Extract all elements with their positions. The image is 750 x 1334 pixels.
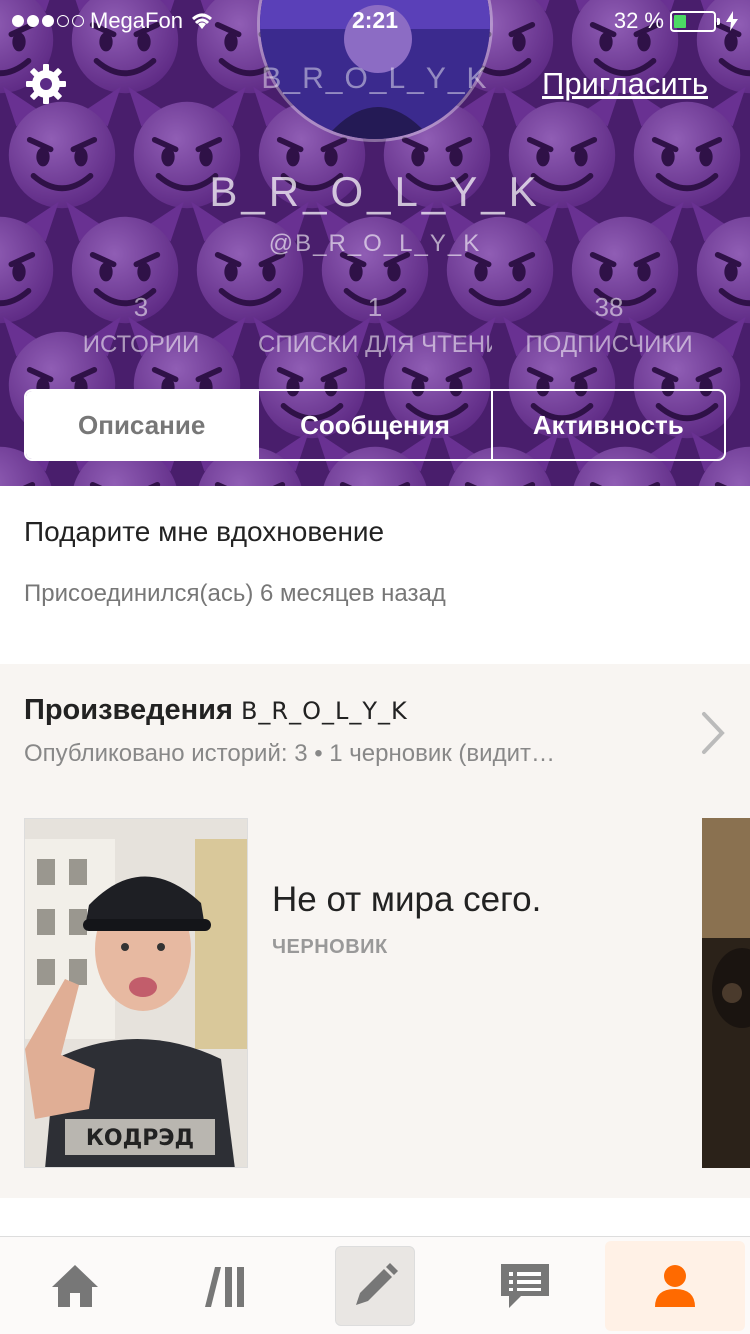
story-cover-image: КОДРЭД [25,819,247,1167]
tab-library[interactable] [150,1237,300,1334]
profile-header: B_R_O_L_Y_K MegaFon 2:21 32 % Пригласить… [0,0,750,486]
battery-status: 32 % [614,8,738,34]
cover-shirt-text: КОДРЭД [86,1126,194,1151]
story-cover: КОДРЭД [24,818,248,1168]
stat-stories[interactable]: 3 ИСТОРИИ [24,292,258,362]
pencil-icon [356,1263,398,1305]
stat-label: ПОДПИСЧИКИ [525,331,693,358]
works-title-label: Произведения [24,694,233,726]
next-section-peek [0,1198,750,1238]
next-story-card[interactable] [702,818,750,1168]
about-section: Подарите мне вдохновение Присоединился(а… [0,486,750,664]
stat-value: 1 [367,292,383,322]
stat-label: СПИСКИ ДЛЯ ЧТЕНИ [258,331,492,358]
story-title[interactable]: Не от мира сего. [272,880,541,920]
tab-messages[interactable] [450,1237,600,1334]
works-section: Произведения B_R_O_L_Y_K Опубликовано ис… [0,664,750,1198]
invite-button[interactable]: Пригласить [542,66,708,102]
bottom-tab-bar [0,1236,750,1334]
profile-stats: 3 ИСТОРИИ 1 СПИСКИ ДЛЯ ЧТЕНИ 38 ПОДПИСЧИ… [24,292,726,362]
messages-icon [501,1264,549,1308]
person-icon [655,1265,695,1307]
library-icon [205,1267,244,1307]
joined-date: Присоединился(ась) 6 месяцев назад [24,580,446,607]
stat-followers[interactable]: 38 ПОДПИСЧИКИ [492,292,726,362]
profile-tab-highlight [605,1241,745,1331]
avatar-name-overlay: B_R_O_L_Y_K [261,62,489,95]
battery-icon [670,10,720,32]
next-story-cover-image [702,818,750,1168]
stat-value: 38 [594,292,624,322]
status-bar: MegaFon 2:21 32 % [0,0,750,40]
tab-description[interactable]: Описание [26,391,258,459]
works-title[interactable]: Произведения B_R_O_L_Y_K [24,694,408,727]
charging-bolt-icon [726,11,738,31]
home-icon [52,1265,98,1307]
story-status-badge: ЧЕРНОВИК [272,936,388,958]
profile-display-name: B_R_O_L_Y_K [209,168,541,215]
story-card[interactable]: КОДРЭД [24,818,248,1168]
settings-gear-icon[interactable] [24,62,68,106]
tab-profile[interactable] [600,1237,750,1334]
stat-label: ИСТОРИИ [82,331,200,358]
works-subtitle: Опубликовано историй: 3 • 1 черновик (ви… [24,740,555,767]
stat-value: 3 [133,292,149,322]
profile-bio: Подарите мне вдохновение [24,516,385,547]
stat-reading-lists[interactable]: 1 СПИСКИ ДЛЯ ЧТЕНИ [258,292,492,362]
tab-home[interactable] [0,1237,150,1334]
battery-percent: 32 % [613,8,664,33]
chevron-right-icon[interactable] [698,710,728,756]
profile-username: @B_R_O_L_Y_K [268,230,482,257]
tab-activity[interactable]: Активность [490,391,724,459]
tab-write[interactable] [300,1237,450,1334]
tab-messages[interactable]: Сообщения [257,391,490,459]
works-title-author: B_R_O_L_Y_K [240,697,408,725]
profile-tabs: Описание Сообщения Активность [24,389,726,461]
write-button-box [335,1246,415,1326]
